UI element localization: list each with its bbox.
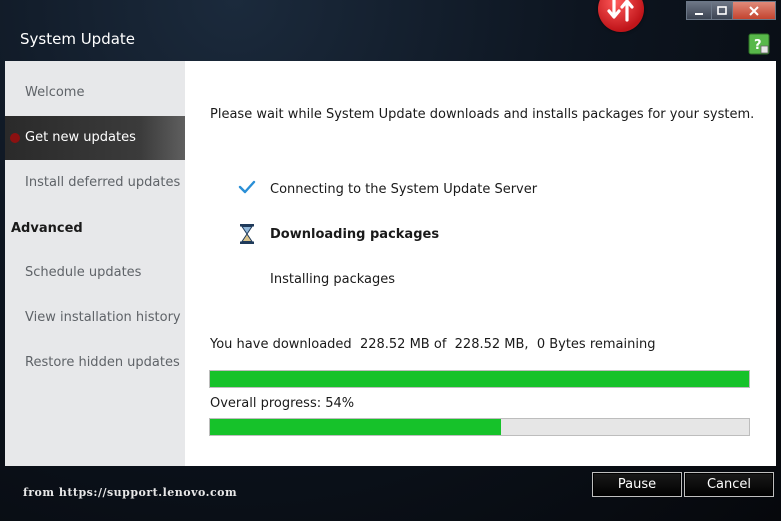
sidebar-item-welcome[interactable]: Welcome — [5, 71, 185, 115]
download-of-label: of — [433, 337, 447, 352]
window-title: System Update — [20, 30, 136, 48]
checkmark-icon — [238, 180, 256, 194]
source-watermark: from https://support.lenovo.com — [23, 486, 238, 499]
sidebar-heading-advanced: Advanced — [11, 221, 83, 236]
help-button[interactable]: ? — [748, 33, 770, 55]
download-prefix: You have downloaded — [210, 337, 352, 352]
download-total: 228.52 MB, — [454, 337, 529, 352]
cancel-button[interactable]: Cancel — [684, 472, 774, 497]
maximize-icon — [717, 5, 727, 15]
maximize-button[interactable] — [712, 1, 733, 20]
sidebar-item-view-installation-history[interactable]: View installation history — [5, 296, 185, 340]
overall-progress-label: Overall progress: 54% — [210, 396, 355, 411]
download-status: You have downloaded 228.52 MB of 228.52 … — [210, 337, 655, 352]
sidebar-item-label: Install deferred updates — [25, 175, 181, 190]
window-controls — [686, 1, 776, 20]
sidebar-item-schedule-updates[interactable]: Schedule updates — [5, 251, 185, 295]
help-icon: ? — [748, 33, 770, 55]
overall-progress-fill — [210, 419, 502, 435]
svg-text:?: ? — [754, 38, 762, 53]
sidebar-item-get-new-updates[interactable]: Get new updates — [5, 116, 185, 160]
active-indicator-dot — [10, 133, 20, 143]
sidebar-item-install-deferred-updates[interactable]: Install deferred updates — [5, 161, 185, 205]
main-panel: Please wait while System Update download… — [185, 61, 776, 466]
pause-button[interactable]: Pause — [592, 472, 682, 497]
step-installing: Installing packages — [270, 272, 396, 287]
step-connecting: Connecting to the System Update Server — [270, 182, 538, 197]
download-progress-bar — [209, 370, 750, 388]
sidebar-item-label: Welcome — [25, 85, 85, 100]
minimize-icon — [695, 12, 703, 15]
sidebar-item-label: Restore hidden updates — [25, 355, 180, 370]
downloaded-amount: 228.52 MB — [359, 337, 430, 352]
minimize-button[interactable] — [686, 1, 712, 20]
overall-progress-bar — [209, 418, 750, 436]
close-button[interactable] — [733, 1, 776, 20]
sidebar-item-label: Schedule updates — [25, 265, 142, 280]
system-update-app-icon — [598, 0, 644, 32]
download-progress-fill — [210, 371, 749, 387]
sidebar: Welcome Get new updates Install deferred… — [5, 61, 185, 466]
sidebar-item-label: Get new updates — [25, 130, 136, 145]
hourglass-icon — [240, 224, 254, 244]
step-downloading: Downloading packages — [270, 227, 440, 242]
intro-text: Please wait while System Update download… — [210, 107, 755, 122]
download-remaining: 0 Bytes remaining — [536, 337, 656, 352]
close-icon — [749, 5, 759, 16]
sidebar-item-label: View installation history — [25, 310, 181, 325]
sidebar-item-restore-hidden-updates[interactable]: Restore hidden updates — [5, 341, 185, 385]
system-update-window: System Update ? Welcome Get new updates … — [0, 0, 781, 521]
